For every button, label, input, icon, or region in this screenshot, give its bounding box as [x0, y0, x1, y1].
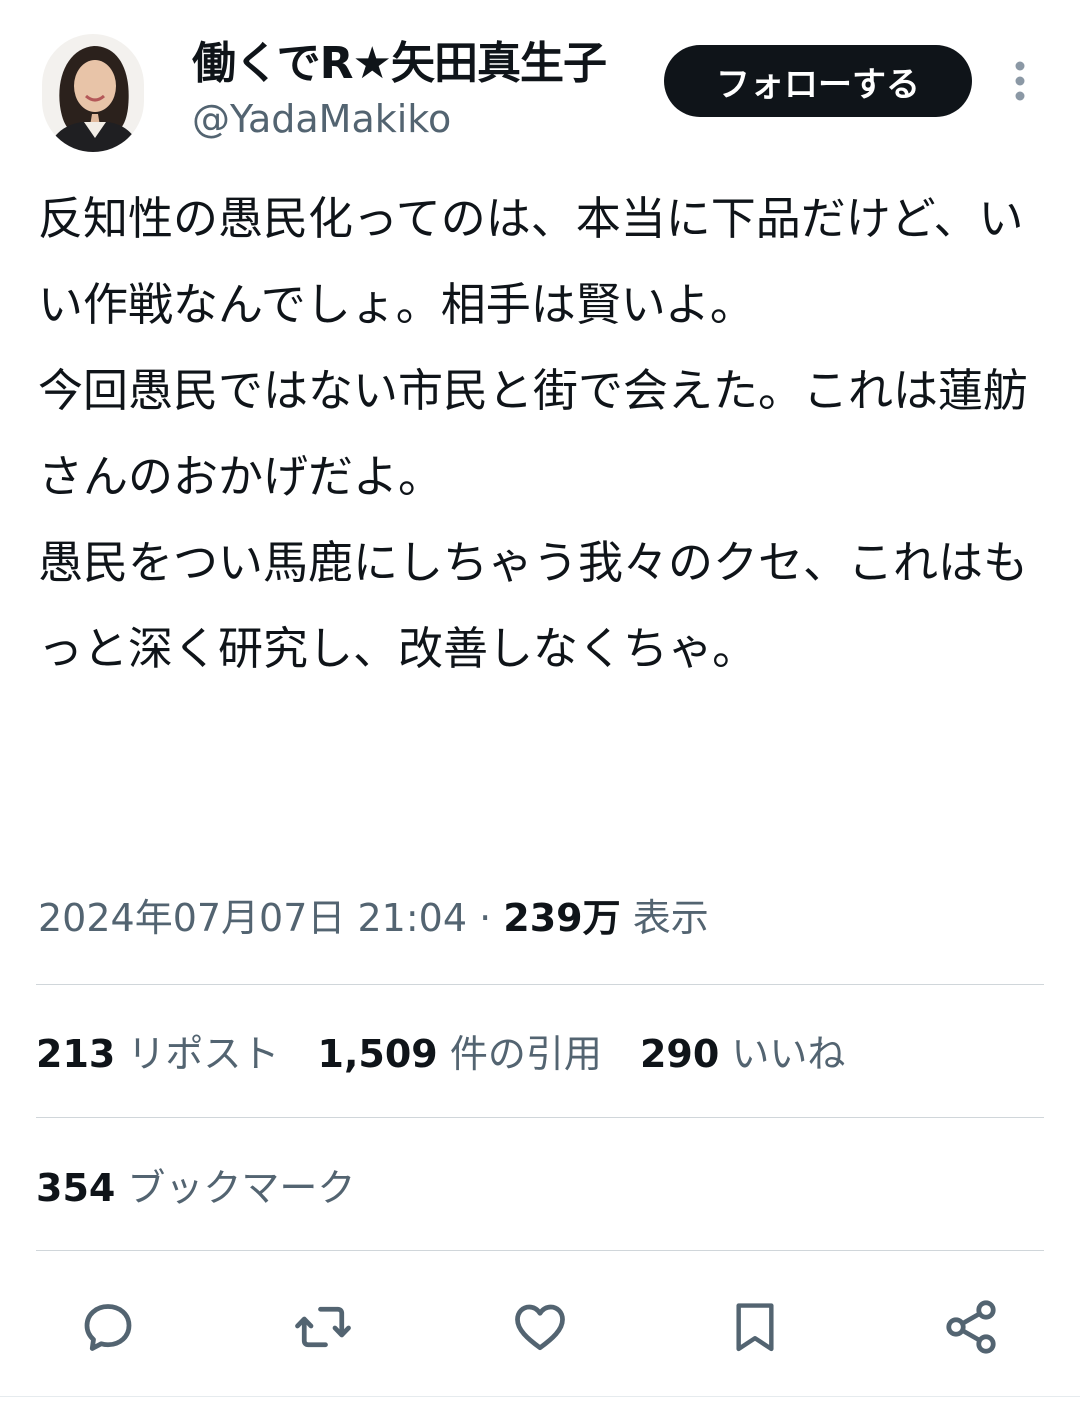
views-label: 表示	[632, 896, 709, 940]
share-icon[interactable]	[936, 1292, 1006, 1362]
likes-stat[interactable]: 290 いいね	[640, 1026, 845, 1082]
timestamp[interactable]: 2024年07月07日 21:04	[38, 896, 467, 940]
divider	[36, 1117, 1044, 1118]
reposts-stat[interactable]: 213 リポスト	[36, 1026, 279, 1082]
views-count: 239万	[503, 896, 621, 940]
quotes-count: 1,509	[317, 1032, 438, 1076]
bookmarks-count: 354	[36, 1166, 116, 1210]
author-info: 働くでR★矢田真生子 @YadaMakiko	[192, 36, 607, 144]
quotes-stat[interactable]: 1,509 件の引用	[318, 1026, 602, 1082]
bookmark-stats: 354 ブックマーク	[36, 1160, 381, 1216]
bookmarks-label: ブックマーク	[127, 1166, 356, 1210]
likes-count: 290	[639, 1032, 720, 1076]
reposts-label: リポスト	[127, 1032, 280, 1076]
tweet-text: 反知性の愚民化ってのは、本当に下品だけど、いい作戦なんでしょ。相手は賢いよ。 今…	[38, 192, 1029, 675]
bookmarks-stat[interactable]: 354 ブックマーク	[36, 1160, 355, 1216]
tweet-actions	[0, 1292, 1080, 1362]
bottom-divider	[0, 1396, 1080, 1397]
tweet-meta: 2024年07月07日 21:04 · 239万 表示	[38, 890, 709, 946]
reply-icon[interactable]	[73, 1292, 143, 1362]
meta-separator: ·	[479, 896, 492, 940]
divider	[36, 1250, 1044, 1251]
follow-button[interactable]: フォローする	[664, 45, 972, 117]
tweet-header: 働くでR★矢田真生子 @YadaMakiko フォローする	[0, 0, 1080, 160]
avatar[interactable]	[42, 34, 144, 152]
repost-icon[interactable]	[288, 1292, 358, 1362]
bookmark-icon[interactable]	[720, 1292, 790, 1362]
quotes-label: 件の引用	[449, 1032, 602, 1076]
display-name[interactable]: 働くでR★矢田真生子	[192, 36, 607, 92]
likes-label: いいね	[731, 1032, 846, 1076]
engagement-stats: 213 リポスト 1,509 件の引用 290 いいね	[36, 1026, 871, 1082]
heart-icon[interactable]	[505, 1292, 575, 1362]
reposts-count: 213	[36, 1032, 116, 1076]
more-vertical-icon[interactable]	[1004, 58, 1036, 104]
user-handle[interactable]: @YadaMakiko	[192, 94, 606, 144]
divider	[36, 984, 1044, 985]
